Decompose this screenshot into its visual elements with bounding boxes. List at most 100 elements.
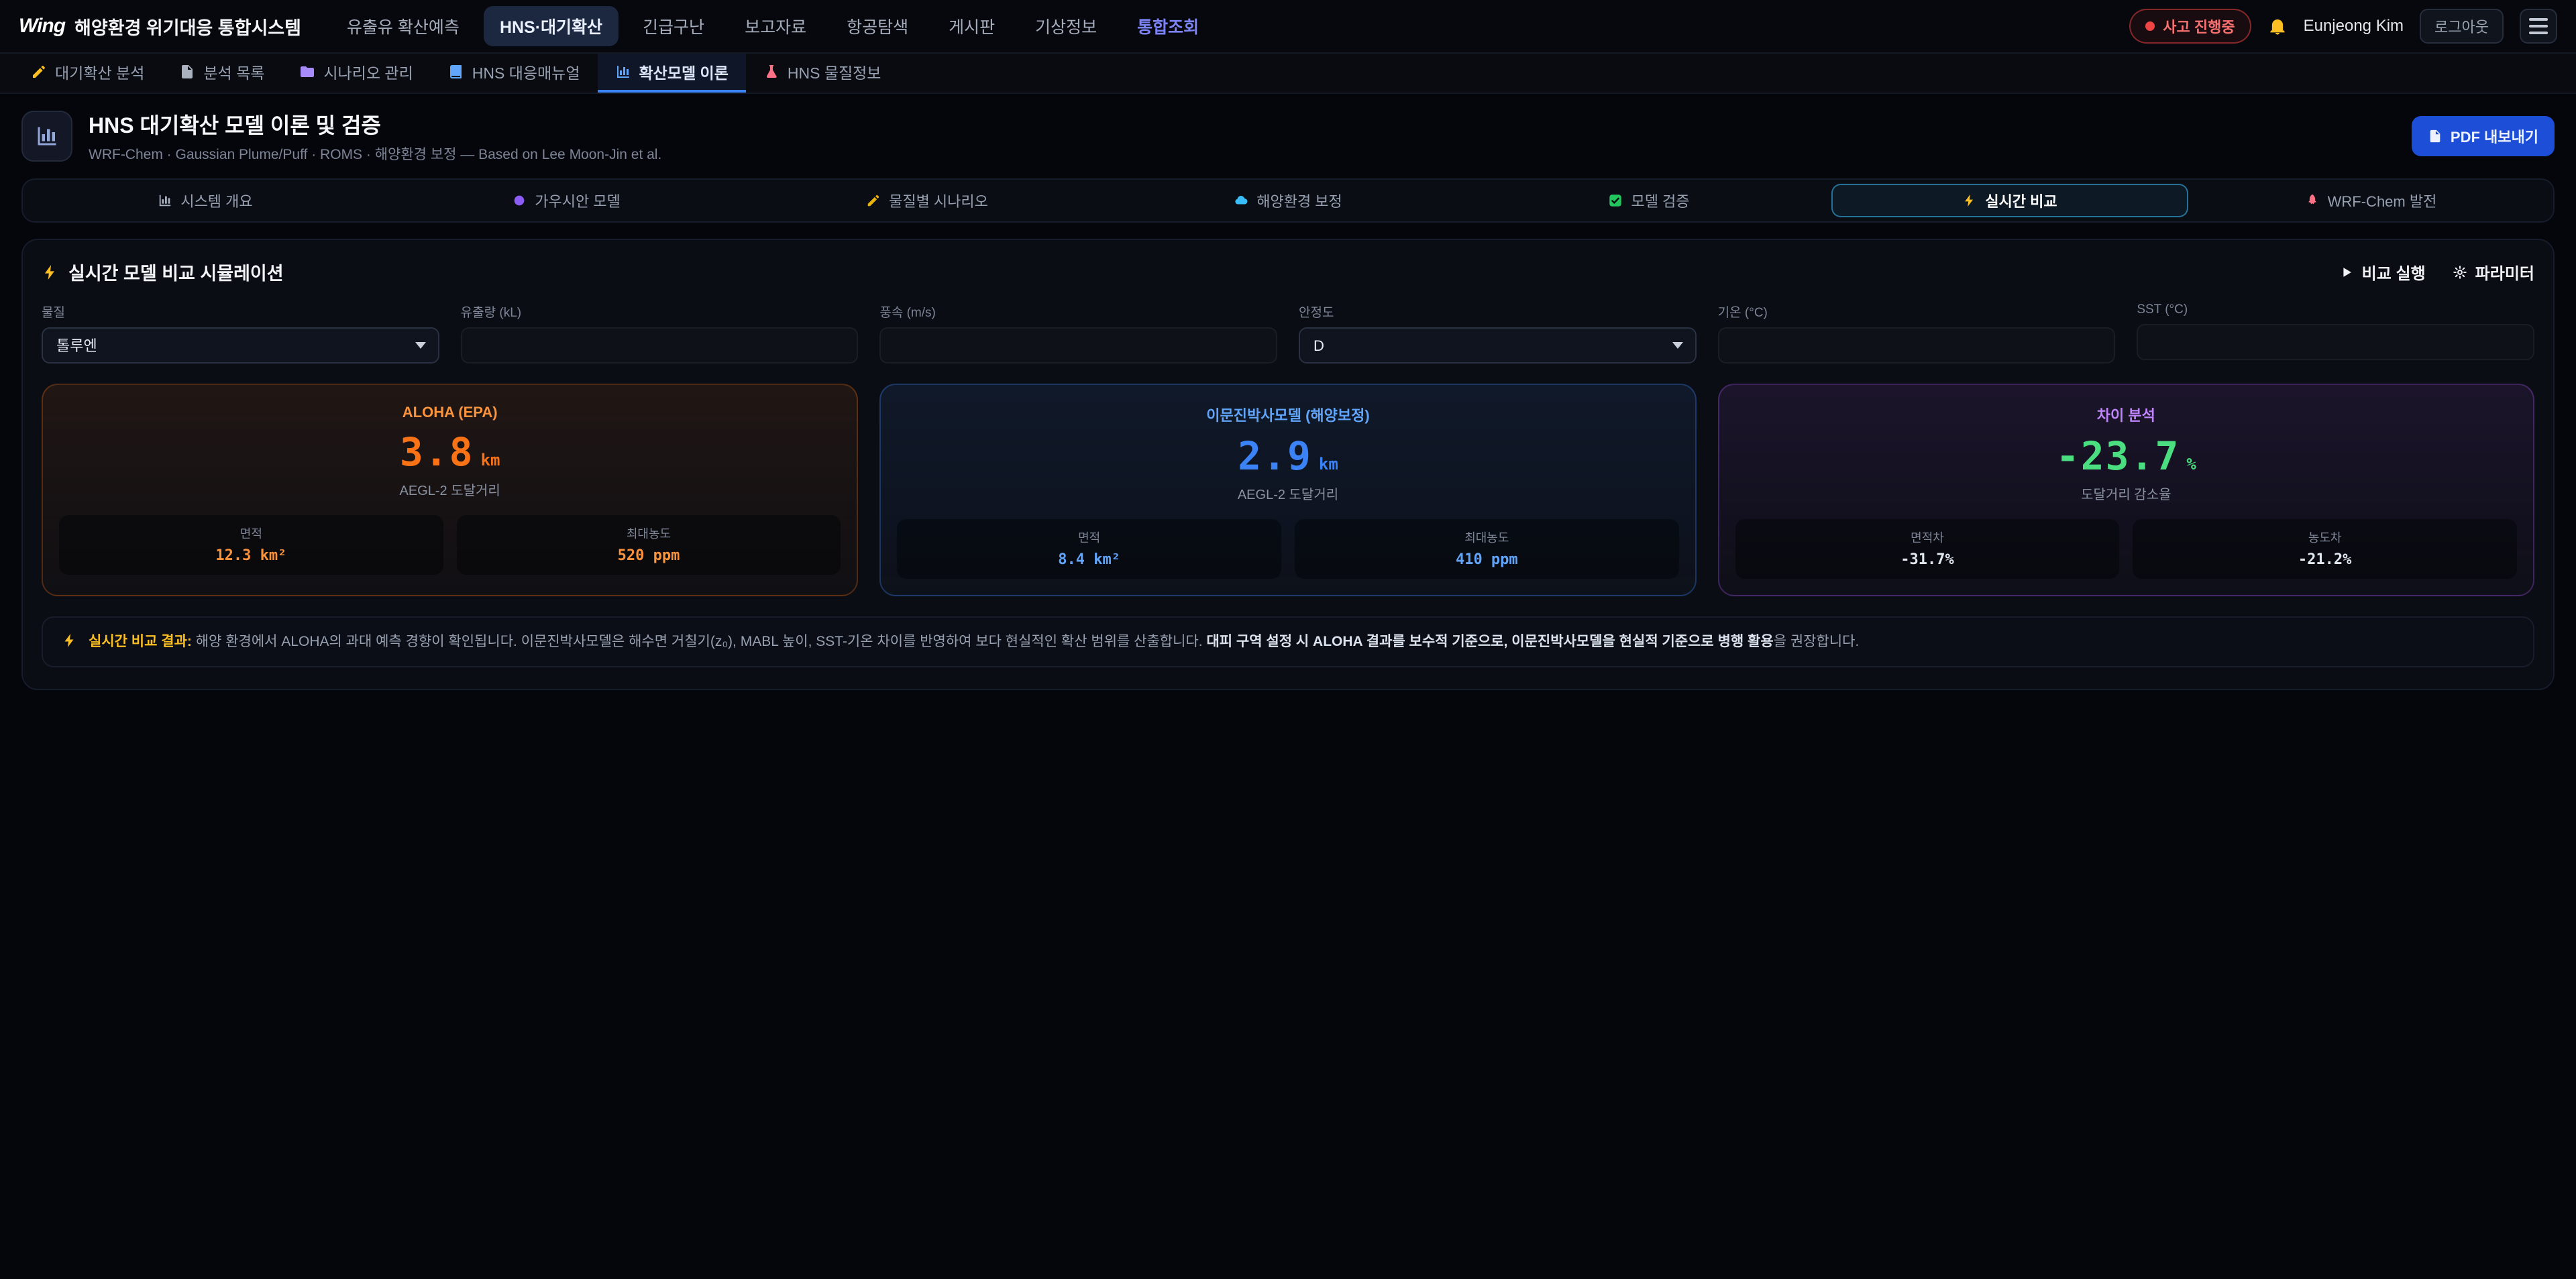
tab-system-overview[interactable]: 시스템 개요 bbox=[27, 184, 384, 217]
bar-chart-icon bbox=[615, 64, 631, 80]
tab-model-validation[interactable]: 모델 검증 bbox=[1470, 184, 1827, 217]
subnav-item-dispersion-model-theory[interactable]: 확산모델 이론 bbox=[598, 54, 746, 93]
tab-marine-correction[interactable]: 해양환경 보정 bbox=[1110, 184, 1466, 217]
topnav-item-aerial-search[interactable]: 항공탐색 bbox=[830, 6, 924, 46]
subnav-item-dispersion-analysis[interactable]: 대기확산 분석 bbox=[13, 54, 162, 93]
tab-realtime-comparison[interactable]: 실시간 비교 bbox=[1831, 184, 2188, 217]
wind-speed-input[interactable] bbox=[879, 327, 1277, 364]
subnav-label: 분석 목록 bbox=[203, 60, 264, 83]
stat-concentration-diff: 농도차 -21.2% bbox=[2133, 519, 2517, 579]
book-icon bbox=[448, 64, 464, 80]
topnav-item-rescue[interactable]: 긴급구난 bbox=[627, 6, 720, 46]
alert-dot-icon bbox=[2145, 21, 2155, 31]
sst-input[interactable] bbox=[2137, 324, 2534, 360]
note-text: 실시간 비교 결과: 해양 환경에서 ALOHA의 과대 예측 경향이 확인됩니… bbox=[89, 631, 1859, 653]
subnav-item-scenario-management[interactable]: 시나리오 관리 bbox=[282, 54, 430, 93]
tab-label: 가우시안 모델 bbox=[535, 190, 621, 211]
substance-label: 물질 bbox=[42, 302, 439, 321]
run-comparison-button[interactable]: 비교 실행 bbox=[2339, 260, 2426, 284]
card-title: 차이 분석 bbox=[1735, 404, 2517, 425]
stability-select-wrap: D bbox=[1299, 327, 1697, 364]
section-tabs: 시스템 개요 가우시안 모델 물질별 시나리오 해양환경 보정 모델 검증 실시… bbox=[21, 178, 2555, 223]
card-value-row: 3.8 km bbox=[59, 432, 841, 473]
page-subtitle: WRF-Chem · Gaussian Plume/Puff · ROMS · … bbox=[89, 144, 2396, 164]
parameters-button[interactable]: 파라미터 bbox=[2453, 260, 2534, 284]
lightning-icon bbox=[62, 632, 78, 649]
aloha-distance-value: 3.8 bbox=[400, 432, 474, 473]
card-stats: 면적 8.4 km² 최대농도 410 ppm bbox=[897, 519, 1678, 579]
topnav-item-hns-atmospheric[interactable]: HNS·대기확산 bbox=[484, 6, 619, 46]
tab-label: 해양환경 보정 bbox=[1256, 190, 1342, 211]
check-square-icon bbox=[1608, 193, 1623, 208]
pencil-icon bbox=[31, 64, 47, 80]
rocket-icon bbox=[2305, 193, 2320, 208]
tab-label: 실시간 비교 bbox=[1985, 190, 2057, 211]
air-temperature-input[interactable] bbox=[1718, 327, 2116, 364]
topnav-item-oil-spill[interactable]: 유출유 확산예측 bbox=[331, 6, 476, 46]
stability-select[interactable]: D bbox=[1299, 327, 1697, 364]
lee-distance-value: 2.9 bbox=[1238, 436, 1312, 477]
incident-badge-label: 사고 진행중 bbox=[2163, 15, 2235, 37]
simulation-controls: 물질 톨루엔 유출량 (kL) 풍속 (m/s) 안정도 D 기온 (°C) S… bbox=[42, 302, 2534, 364]
overview-chart-icon bbox=[158, 193, 172, 208]
panel-actions: 비교 실행 파라미터 bbox=[2339, 260, 2534, 284]
lee-distance-unit: km bbox=[1319, 455, 1338, 474]
note-body: 해양 환경에서 ALOHA의 과대 예측 경향이 확인됩니다. 이문진박사모델은… bbox=[192, 634, 1207, 649]
subnav-label: 확산모델 이론 bbox=[639, 60, 729, 83]
spill-amount-input[interactable] bbox=[461, 327, 859, 364]
pdf-export-button[interactable]: PDF 내보내기 bbox=[2412, 116, 2555, 156]
document-icon bbox=[2428, 129, 2443, 144]
air-temperature-label: 기온 (°C) bbox=[1718, 302, 2116, 321]
topnav-item-integrated-search[interactable]: 통합조회 bbox=[1121, 6, 1215, 46]
subnav-item-hns-manual[interactable]: HNS 대응매뉴얼 bbox=[431, 54, 598, 93]
tab-label: 시스템 개요 bbox=[180, 190, 252, 211]
sub-navigation-bar: 대기확산 분석 분석 목록 시나리오 관리 HNS 대응매뉴얼 확산모델 이론 … bbox=[0, 54, 2576, 94]
substance-select[interactable]: 톨루엔 bbox=[42, 327, 439, 364]
pencil-icon bbox=[866, 193, 881, 208]
card-stats: 면적차 -31.7% 농도차 -21.2% bbox=[1735, 519, 2517, 579]
stability-label: 안정도 bbox=[1299, 302, 1697, 321]
aloha-distance-unit: km bbox=[481, 451, 500, 469]
lightning-icon bbox=[42, 264, 59, 281]
stat-max-concentration: 최대농도 520 ppm bbox=[457, 515, 841, 575]
page-title: HNS 대기확산 모델 이론 및 검증 bbox=[89, 109, 2396, 140]
logout-button[interactable]: 로그아웃 bbox=[2420, 9, 2504, 44]
field-sst: SST (°C) bbox=[2137, 302, 2534, 364]
note-prefix: 실시간 비교 결과: bbox=[89, 634, 192, 649]
topnav-right-area: 사고 진행중 Eunjeong Kim 로그아웃 bbox=[2129, 9, 2557, 44]
hamburger-menu-icon[interactable] bbox=[2520, 9, 2557, 44]
wind-speed-label: 풍속 (m/s) bbox=[879, 302, 1277, 321]
tab-label: 물질별 시나리오 bbox=[889, 190, 988, 211]
field-substance: 물질 톨루엔 bbox=[42, 302, 439, 364]
purple-circle-icon bbox=[512, 193, 527, 208]
panel-header: 실시간 모델 비교 시뮬레이션 비교 실행 파라미터 bbox=[42, 259, 2534, 285]
topnav-item-weather[interactable]: 기상정보 bbox=[1019, 6, 1113, 46]
subnav-item-analysis-list[interactable]: 분석 목록 bbox=[162, 54, 282, 93]
stat-area: 면적 8.4 km² bbox=[897, 519, 1281, 579]
card-stats: 면적 12.3 km² 최대농도 520 ppm bbox=[59, 515, 841, 575]
diff-percentage-unit: % bbox=[2186, 455, 2196, 474]
stat-area-diff: 면적차 -31.7% bbox=[1735, 519, 2120, 579]
brand[interactable]: Wing 해양환경 위기대응 통합시스템 bbox=[19, 13, 301, 40]
difference-analysis-card: 차이 분석 -23.7 % 도달거리 감소율 면적차 -31.7% 농도차 -2… bbox=[1718, 384, 2534, 596]
card-metric-label: AEGL-2 도달거리 bbox=[59, 480, 841, 499]
subnav-item-hns-substance-info[interactable]: HNS 물질정보 bbox=[746, 54, 899, 93]
tab-substance-scenarios[interactable]: 물질별 시나리오 bbox=[749, 184, 1106, 217]
page-header-titles: HNS 대기확산 모델 이론 및 검증 WRF-Chem · Gaussian … bbox=[89, 109, 2396, 164]
tab-gaussian-model[interactable]: 가우시안 모델 bbox=[388, 184, 745, 217]
tab-wrf-chem-evolution[interactable]: WRF-Chem 발전 bbox=[2192, 184, 2549, 217]
note-suffix: 을 권장합니다. bbox=[1774, 634, 1860, 649]
result-cards: ALOHA (EPA) 3.8 km AEGL-2 도달거리 면적 12.3 k… bbox=[42, 384, 2534, 596]
spill-amount-label: 유출량 (kL) bbox=[461, 302, 859, 321]
notification-bell-icon[interactable] bbox=[2267, 16, 2288, 36]
gear-icon bbox=[2453, 265, 2467, 280]
flask-icon bbox=[763, 64, 780, 80]
incident-status-badge: 사고 진행중 bbox=[2129, 9, 2251, 44]
topnav-item-reports[interactable]: 보고자료 bbox=[729, 6, 822, 46]
card-title: 이문진박사모델 (해양보정) bbox=[897, 404, 1678, 425]
document-icon bbox=[179, 64, 195, 80]
run-comparison-label: 비교 실행 bbox=[2362, 260, 2426, 284]
topnav-item-board[interactable]: 게시판 bbox=[932, 6, 1011, 46]
realtime-comparison-panel: 실시간 모델 비교 시뮬레이션 비교 실행 파라미터 물질 톨루엔 유출량 (k… bbox=[21, 239, 2555, 690]
card-metric-label: AEGL-2 도달거리 bbox=[897, 484, 1678, 503]
